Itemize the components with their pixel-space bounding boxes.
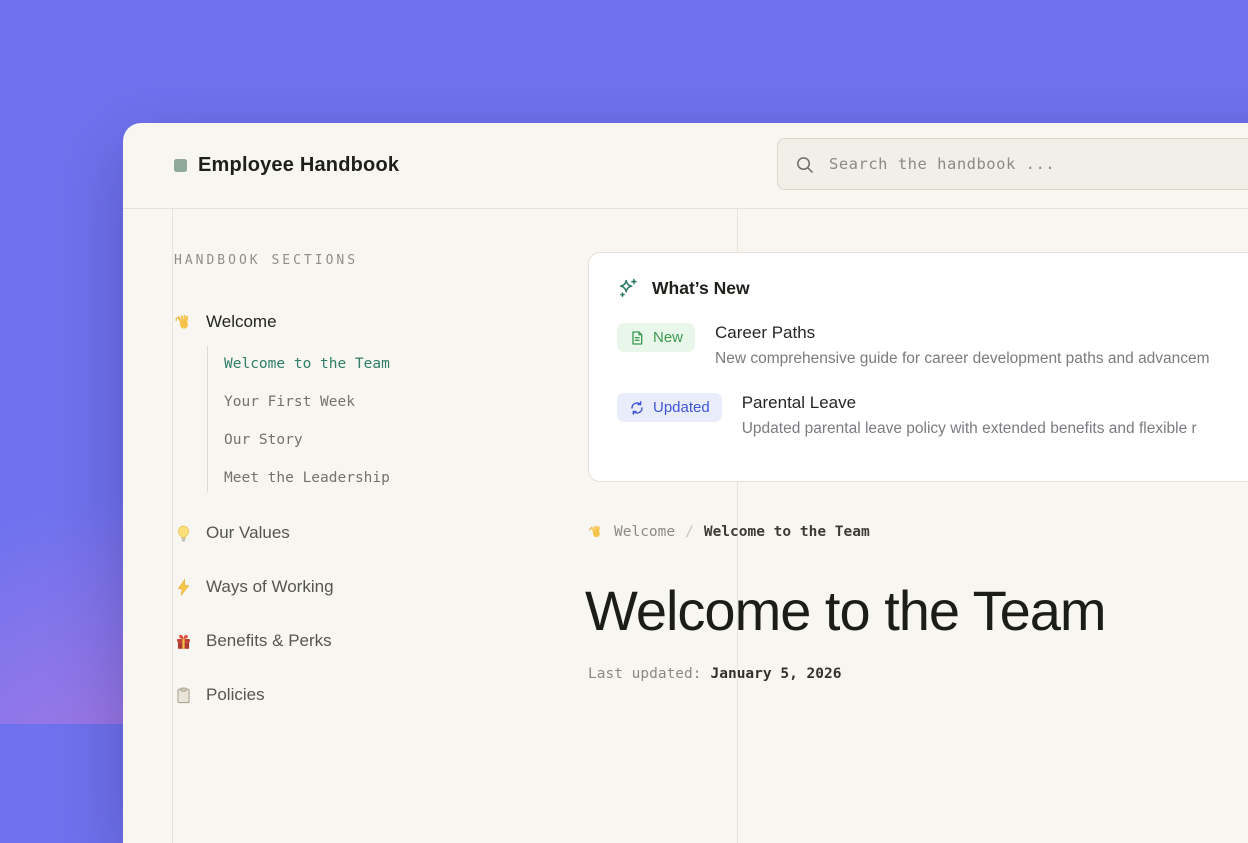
- brand: Employee Handbook: [174, 123, 399, 208]
- sidebar-item-benefits-perks[interactable]: Benefits & Perks: [174, 627, 332, 655]
- sidebar-item-ways-of-working[interactable]: Ways of Working: [174, 573, 334, 601]
- breadcrumb-section-link[interactable]: Welcome: [614, 524, 675, 540]
- search-icon: [795, 155, 814, 174]
- bolt-icon: [174, 578, 193, 597]
- clipboard-icon: [174, 686, 193, 705]
- app-title: Employee Handbook: [198, 154, 399, 177]
- sparkles-icon: [617, 277, 639, 299]
- breadcrumb-separator: /: [685, 524, 694, 540]
- last-updated-label: Last updated:: [588, 666, 702, 682]
- sidebar-subitem-meet-the-leadership[interactable]: Meet the Leadership: [224, 468, 390, 488]
- breadcrumb-current-page: Welcome to the Team: [704, 524, 870, 540]
- item-description: New comprehensive guide for career devel…: [715, 350, 1210, 368]
- sidebar-item-label: Welcome: [206, 312, 277, 332]
- search-box[interactable]: [777, 138, 1248, 190]
- gift-icon: [174, 632, 193, 651]
- sidebar-subitem-your-first-week[interactable]: Your First Week: [224, 392, 355, 412]
- sidebar-subsection-rule: [207, 346, 208, 492]
- search-input[interactable]: [827, 154, 1248, 174]
- badge-label: New: [653, 329, 683, 346]
- refresh-icon: [629, 400, 645, 416]
- bulb-icon: [174, 524, 193, 543]
- sidebar-item-our-values[interactable]: Our Values: [174, 519, 290, 547]
- sidebar-item-label: Benefits & Perks: [206, 631, 332, 651]
- updated-badge: Updated: [617, 393, 722, 422]
- grid-rule-left: [172, 208, 173, 843]
- sidebar-item-label: Ways of Working: [206, 577, 334, 597]
- logo-square-icon: [174, 159, 187, 172]
- whats-new-title: What’s New: [652, 278, 750, 299]
- page-title: Welcome to the Team: [585, 578, 1106, 643]
- badge-label: Updated: [653, 399, 710, 416]
- document-icon: [629, 330, 645, 346]
- wave-hand-icon: [588, 524, 604, 540]
- whats-new-header: What’s New: [617, 277, 1248, 299]
- wave-hand-icon: [174, 313, 193, 332]
- item-description: Updated parental leave policy with exten…: [742, 420, 1197, 438]
- sidebar-subitem-our-story[interactable]: Our Story: [224, 430, 303, 450]
- app-header: Employee Handbook: [123, 123, 1248, 209]
- whats-new-item-career-paths[interactable]: New Career Paths New comprehensive guide…: [617, 323, 1248, 368]
- app-window: Employee Handbook HANDBOOK SECTIONS: [123, 123, 1248, 843]
- breadcrumb: Welcome / Welcome to the Team: [588, 524, 870, 540]
- sidebar-subitem-welcome-to-the-team[interactable]: Welcome to the Team: [224, 354, 390, 374]
- sidebar-item-policies[interactable]: Policies: [174, 681, 265, 709]
- sidebar-item-label: Our Values: [206, 523, 290, 543]
- last-updated-value: January 5, 2026: [711, 666, 842, 682]
- sidebar-heading: HANDBOOK SECTIONS: [174, 253, 358, 268]
- last-updated: Last updated: January 5, 2026: [588, 666, 841, 682]
- item-title: Parental Leave: [742, 393, 1197, 413]
- sidebar-item-welcome[interactable]: Welcome: [174, 308, 277, 336]
- item-title: Career Paths: [715, 323, 1210, 343]
- sidebar-item-label: Policies: [206, 685, 265, 705]
- new-badge: New: [617, 323, 695, 352]
- whats-new-item-parental-leave[interactable]: Updated Parental Leave Updated parental …: [617, 393, 1248, 438]
- whats-new-card: What’s New New Career Paths New comprehe…: [588, 252, 1248, 482]
